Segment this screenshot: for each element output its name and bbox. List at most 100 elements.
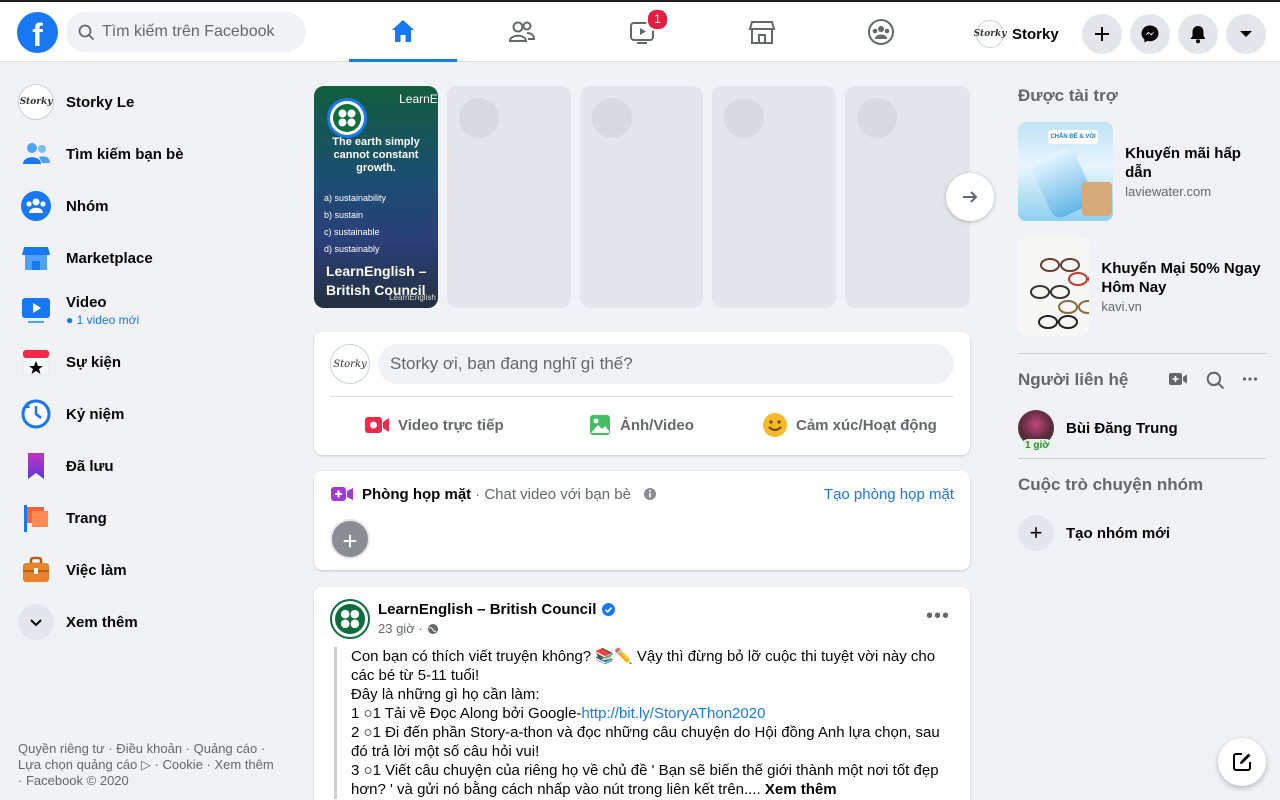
create-group-label: Tạo nhóm mới	[1066, 524, 1170, 542]
messenger-button[interactable]	[1130, 14, 1170, 54]
sidebar-item-label: Việc làm	[66, 561, 127, 579]
tab-marketplace[interactable]	[708, 2, 816, 62]
ad-url: laviewater.com	[1125, 183, 1212, 199]
story-placeholder	[712, 86, 837, 308]
new-message-button[interactable]	[1218, 738, 1266, 786]
sidebar-item-memories[interactable]: Kỷ niệm	[8, 388, 278, 440]
story-brand-text: LearnE	[399, 92, 438, 106]
sidebar-item-label: Trang	[66, 509, 107, 527]
post-link[interactable]: http://bit.ly/StoryAThon2020	[581, 705, 765, 722]
marketplace-icon	[18, 240, 54, 276]
plus-icon	[1095, 27, 1109, 41]
post-options-button[interactable]: •••	[926, 605, 950, 628]
more-options-icon[interactable]	[1242, 371, 1258, 387]
tab-groups[interactable]	[827, 2, 935, 62]
rooms-header: Phòng họp mặt · Chat video với bạn bè	[330, 485, 657, 503]
new-room-icon[interactable]	[1168, 371, 1188, 387]
story-card[interactable]: LearnE The earth simply cannot constant …	[314, 86, 438, 308]
profile-name: Storky	[1012, 25, 1059, 43]
live-video-button[interactable]: Video trực tiếp	[364, 412, 504, 438]
contact-item[interactable]: 1 giờ Bùi Đăng Trung	[1010, 402, 1266, 454]
sidebar-item-marketplace[interactable]: Marketplace	[8, 232, 278, 284]
stand-image	[1082, 181, 1112, 216]
create-room-link[interactable]: Tạo phòng họp mặt	[824, 486, 954, 503]
last-active-badge: 1 giờ	[1022, 439, 1053, 452]
groups-icon	[18, 188, 54, 224]
story-quiz-options: a) sustainability b) sustain c) sustaina…	[324, 193, 387, 254]
sidebar-item-groups[interactable]: Nhóm	[8, 180, 278, 232]
tab-home[interactable]	[349, 2, 457, 62]
rooms-title: Phòng họp mặt	[362, 485, 472, 503]
post-timestamp[interactable]: 23 giờ ·	[378, 621, 439, 636]
sidebar-item-find-friends[interactable]: Tìm kiếm bạn bè	[8, 128, 278, 180]
avatar: Storky	[974, 20, 1006, 48]
sidebar-item-label: Sự kiện	[66, 353, 122, 371]
tab-watch[interactable]: 1	[588, 2, 696, 62]
learnenglish-logo-icon	[335, 604, 365, 634]
ad-image	[1018, 236, 1090, 336]
contact-name: Bùi Đăng Trung	[1066, 419, 1178, 437]
see-more-link[interactable]: Xem thêm	[765, 781, 837, 798]
photo-video-button[interactable]: Ảnh/Video	[588, 412, 694, 438]
ad-image: CHẮN ĐẾ & VÒI	[1018, 121, 1114, 221]
search-input[interactable]: Tìm kiếm trên Facebook	[66, 12, 306, 52]
photo-icon	[590, 415, 610, 435]
feeling-activity-button[interactable]: Cảm xúc/Hoạt động	[762, 412, 937, 438]
video-icon	[18, 292, 54, 328]
divider	[1018, 458, 1266, 459]
bookmark-icon	[18, 448, 54, 484]
stories-tray: LearnE The earth simply cannot constant …	[314, 86, 970, 308]
account-menu-button[interactable]	[1226, 14, 1266, 54]
create-group-button[interactable]: + Tạo nhóm mới	[1010, 507, 1266, 559]
stories-next-button[interactable]	[946, 173, 994, 221]
ad-title: Khuyến mãi hấp dẫn	[1125, 144, 1241, 181]
create-button[interactable]	[1082, 14, 1122, 54]
post-author[interactable]: LearnEnglish – British Council	[378, 601, 616, 618]
sidebar-item-see-more[interactable]: Xem thêm	[8, 596, 278, 648]
smiley-icon	[763, 413, 787, 437]
friends-icon	[18, 136, 54, 172]
page-avatar[interactable]	[330, 599, 370, 639]
search-icon	[78, 24, 94, 40]
search-placeholder: Tìm kiếm trên Facebook	[102, 23, 275, 40]
story-placeholder	[446, 86, 571, 308]
ad-banner-text: CHẮN ĐẾ & VÒI	[1048, 129, 1098, 144]
sponsored-title: Được tài trợ	[1018, 86, 1118, 105]
sidebar-item-label: Xem thêm	[66, 613, 138, 631]
notifications-button[interactable]	[1178, 14, 1218, 54]
info-icon[interactable]	[643, 487, 657, 501]
sidebar-item-events[interactable]: Sự kiện	[8, 336, 278, 388]
footer-links[interactable]: Quyền riêng tư · Điều khoản · Quảng cáo …	[18, 741, 278, 789]
top-navigation-bar: f Tìm kiếm trên Facebook 1 Storky Storky	[0, 0, 1280, 62]
sidebar-item-saved[interactable]: Đã lưu	[8, 440, 278, 492]
sidebar-item-label: Kỷ niệm	[66, 405, 125, 423]
composer-input[interactable]: Storky ơi, bạn đang nghĩ gì thế?	[378, 344, 954, 384]
sidebar-item-video[interactable]: Video ● 1 video mới	[8, 284, 278, 336]
profile-chip[interactable]: Storky Storky	[974, 16, 1067, 52]
avatar: Storky	[18, 84, 54, 120]
events-icon	[18, 344, 54, 380]
left-sidebar: Storky Storky Le Tìm kiếm bạn bè Nhóm Ma…	[8, 76, 278, 648]
tab-friends[interactable]	[468, 2, 576, 62]
caret-down-icon	[1240, 31, 1252, 37]
sponsored-ad[interactable]: CHẮN ĐẾ & VÒI Khuyến mãi hấp dẫn laviewa…	[1010, 116, 1266, 226]
create-room-button[interactable]: +	[330, 519, 370, 559]
groups-icon	[868, 19, 894, 45]
learnenglish-logo-icon	[333, 104, 361, 132]
verified-badge-icon	[602, 603, 616, 616]
ad-url: kavi.vn	[1101, 298, 1142, 314]
divider	[1018, 353, 1266, 354]
sidebar-item-profile[interactable]: Storky Storky Le	[8, 76, 278, 128]
friends-icon	[508, 21, 536, 42]
contacts-title: Người liên hệ	[1018, 370, 1129, 389]
sidebar-item-jobs[interactable]: Việc làm	[8, 544, 278, 596]
search-icon[interactable]	[1206, 371, 1224, 389]
post-text: Con bạn có thích viết truyện không? 📚✏️ …	[334, 647, 954, 799]
rooms-subtitle: · Chat video với bạn bè	[475, 485, 631, 503]
sponsored-ad[interactable]: Khuyến Mại 50% Ngay Hôm Nay kavi.vn	[1010, 231, 1266, 341]
facebook-logo[interactable]: f	[17, 12, 58, 53]
arrow-right-icon	[963, 191, 978, 203]
sidebar-item-pages[interactable]: Trang	[8, 492, 278, 544]
clock-icon	[18, 396, 54, 432]
story-quiz-text: The earth simply cannot constant growth.	[332, 136, 420, 174]
